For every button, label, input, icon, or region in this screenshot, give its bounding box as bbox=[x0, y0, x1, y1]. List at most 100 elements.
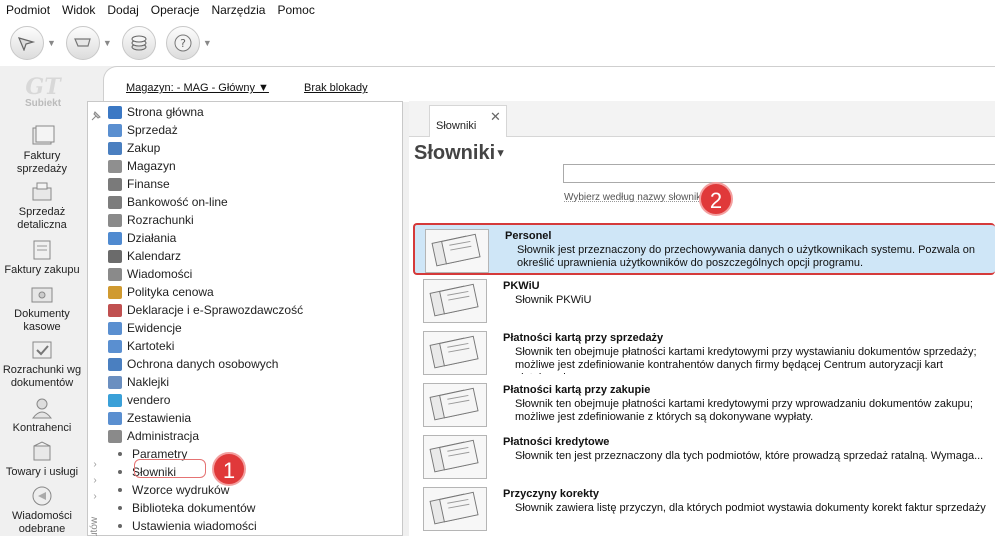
sidebar-item-faktury-sprzedazy[interactable]: Faktury sprzedaży bbox=[0, 124, 84, 176]
nav-item-icon bbox=[108, 105, 122, 119]
page-title[interactable]: Słowniki▼ bbox=[414, 142, 506, 165]
sidebar-item-faktury-zakupu[interactable]: Faktury zakupu bbox=[0, 238, 84, 277]
chevron-right-icon[interactable]: › bbox=[88, 457, 102, 473]
nav-item[interactable]: vendero bbox=[108, 391, 303, 409]
chevron-right-icon[interactable]: › bbox=[88, 489, 102, 505]
chevron-down-icon[interactable]: ▼ bbox=[47, 38, 56, 48]
sidebar-item-sprzedaz-detaliczna[interactable]: Sprzedaż detaliczna bbox=[0, 180, 84, 232]
dictionary-book-icon bbox=[423, 435, 487, 479]
purchase-invoice-icon bbox=[33, 240, 51, 260]
dictionary-description: Słownik ten jest przeznaczony dla tych p… bbox=[515, 450, 984, 462]
nav-item[interactable]: Kalendarz bbox=[108, 247, 303, 265]
nav-item-label: Polityka cenowa bbox=[127, 285, 214, 299]
nav-item-icon bbox=[108, 339, 122, 353]
menu-operacje[interactable]: Operacje bbox=[151, 3, 200, 17]
nav-item-icon bbox=[108, 411, 122, 425]
nav-item-label: Wiadomości bbox=[127, 267, 193, 281]
annotation-badge-2: 2 bbox=[699, 182, 733, 216]
menu-dodaj[interactable]: Dodaj bbox=[107, 3, 138, 17]
chevron-down-icon[interactable]: ▼ bbox=[103, 38, 112, 48]
tab-slowniki[interactable]: Słowniki ✕ bbox=[429, 105, 507, 137]
coins-icon bbox=[131, 35, 147, 51]
warehouse-selector[interactable]: Magazyn: - MAG - Główny ▼ bbox=[126, 82, 269, 94]
nav-item[interactable]: Sprzedaż bbox=[108, 121, 303, 139]
nav-item[interactable]: Wiadomości bbox=[108, 265, 303, 283]
nav-item-icon bbox=[108, 141, 122, 155]
pin-icon[interactable] bbox=[90, 110, 102, 122]
close-icon[interactable]: ✕ bbox=[490, 109, 501, 125]
nav-item[interactable]: Ochrona danych osobowych bbox=[108, 355, 303, 373]
nav-item[interactable]: Zestawienia bbox=[108, 409, 303, 427]
person-icon bbox=[31, 398, 53, 419]
nav-item[interactable]: Naklejki bbox=[108, 373, 303, 391]
nav-subitem-label: Wzorce wydruków bbox=[132, 483, 230, 497]
dictionary-book-icon bbox=[423, 279, 487, 323]
toolbar: ▼ ▼ ? ▼ bbox=[0, 20, 995, 66]
sidebar-item-label: Dokumenty kasowe bbox=[14, 308, 70, 333]
dictionary-row[interactable]: Płatności kredytowe Słownik ten jest prze… bbox=[413, 431, 995, 483]
nav-item[interactable]: Zakup bbox=[108, 139, 303, 157]
nav-item[interactable]: Magazyn bbox=[108, 157, 303, 175]
highlight-slowniki bbox=[134, 459, 206, 478]
menu-pomoc[interactable]: Pomoc bbox=[277, 3, 314, 17]
nav-item-icon bbox=[108, 429, 122, 443]
search-input[interactable] bbox=[563, 164, 995, 183]
lock-status-link[interactable]: Brak blokady bbox=[304, 82, 368, 94]
warehouse-strip: Magazyn: - MAG - Główny ▼ Brak blokady bbox=[103, 66, 995, 102]
dictionary-row[interactable]: Personel Słownik jest przeznaczony do prz… bbox=[413, 223, 995, 275]
dictionary-row[interactable]: PKWiU Słownik PKWiU bbox=[413, 275, 995, 327]
nav-item[interactable]: Rozrachunki bbox=[108, 211, 303, 229]
sidebar-item-dokumenty-kasowe[interactable]: Dokumenty kasowe bbox=[0, 282, 84, 334]
coins-button[interactable] bbox=[121, 26, 156, 60]
sidebar-item-label: Towary i usługi bbox=[5, 466, 79, 478]
nav-item[interactable]: Administracja bbox=[108, 427, 303, 445]
nav-item-label: Deklaracje i e-Sprawozdawczość bbox=[127, 303, 304, 317]
search-hint[interactable]: Wybierz według nazwy słownika bbox=[564, 192, 707, 203]
sidebar-item-towary[interactable]: Towary i usługi bbox=[0, 440, 84, 479]
cart-button[interactable]: ▼ bbox=[65, 26, 112, 60]
sidebar-item-kontrahenci[interactable]: Kontrahenci bbox=[0, 396, 84, 435]
sidebar-item-rozrachunki[interactable]: Rozrachunki wg dokumentów bbox=[0, 338, 84, 390]
nav-item[interactable]: Deklaracje i e-Sprawozdawczość bbox=[108, 301, 303, 319]
menu-narzedzia[interactable]: Narzędzia bbox=[211, 3, 265, 17]
menu-podmiot[interactable]: Podmiot bbox=[6, 3, 50, 17]
chevron-down-icon: ▼ bbox=[254, 82, 269, 94]
help-icon: ? bbox=[174, 34, 192, 52]
cursor-button[interactable]: ▼ bbox=[10, 26, 56, 60]
sidebar-item-wiadomosci[interactable]: Wiadomości odebrane bbox=[0, 484, 84, 536]
chevron-down-icon[interactable]: ▼ bbox=[203, 38, 212, 48]
nav-item-label: Sprzedaż bbox=[127, 123, 178, 137]
menu-widok[interactable]: Widok bbox=[62, 3, 95, 17]
dictionary-book-icon bbox=[425, 229, 489, 273]
nav-item-label: Zestawienia bbox=[127, 411, 192, 425]
nav-item[interactable]: Polityka cenowa bbox=[108, 283, 303, 301]
nav-item[interactable]: Ewidencje bbox=[108, 319, 303, 337]
nav-item[interactable]: Bankowość on-line bbox=[108, 193, 303, 211]
page-title-text: Słowniki bbox=[414, 142, 496, 164]
dictionary-description: Słownik zawiera listę przyczyn, dla któr… bbox=[515, 502, 986, 514]
nav-item-icon bbox=[108, 159, 122, 173]
nav-subitem[interactable]: Ustawienia wiadomości bbox=[108, 517, 303, 535]
chevron-right-icon[interactable]: › bbox=[88, 473, 102, 489]
nav-item[interactable]: Kartoteki bbox=[108, 337, 303, 355]
dictionary-row[interactable]: Przyczyny korekty Słownik zawiera listę p… bbox=[413, 483, 995, 535]
tab-bar: Słowniki ✕ bbox=[409, 101, 995, 137]
dictionary-book-icon bbox=[423, 487, 487, 531]
sidebar-item-label: Sprzedaż detaliczna bbox=[17, 206, 67, 231]
sidebar-item-label: Faktury sprzedaży bbox=[16, 150, 68, 175]
bullet-icon bbox=[118, 470, 122, 474]
dictionary-title: PKWiU bbox=[503, 280, 540, 292]
nav-subitem[interactable]: Biblioteka dokumentów bbox=[108, 499, 303, 517]
dictionary-book-icon bbox=[423, 383, 487, 427]
nav-item-label: Strona główna bbox=[127, 105, 204, 119]
nav-item-icon bbox=[108, 375, 122, 389]
nav-item-icon bbox=[108, 321, 122, 335]
nav-item[interactable]: Finanse bbox=[108, 175, 303, 193]
nav-item[interactable]: Strona główna bbox=[108, 103, 303, 121]
dictionary-row[interactable]: Płatności kartą przy sprzedaży Słownik te… bbox=[413, 327, 995, 379]
nav-item[interactable]: Działania bbox=[108, 229, 303, 247]
dictionary-row[interactable]: Płatności kartą przy zakupie Słownik ten … bbox=[413, 379, 995, 431]
cart-icon bbox=[74, 38, 91, 47]
nav-subitem[interactable]: Wzorce wydruków bbox=[108, 481, 303, 499]
help-button[interactable]: ? ▼ bbox=[165, 26, 212, 60]
